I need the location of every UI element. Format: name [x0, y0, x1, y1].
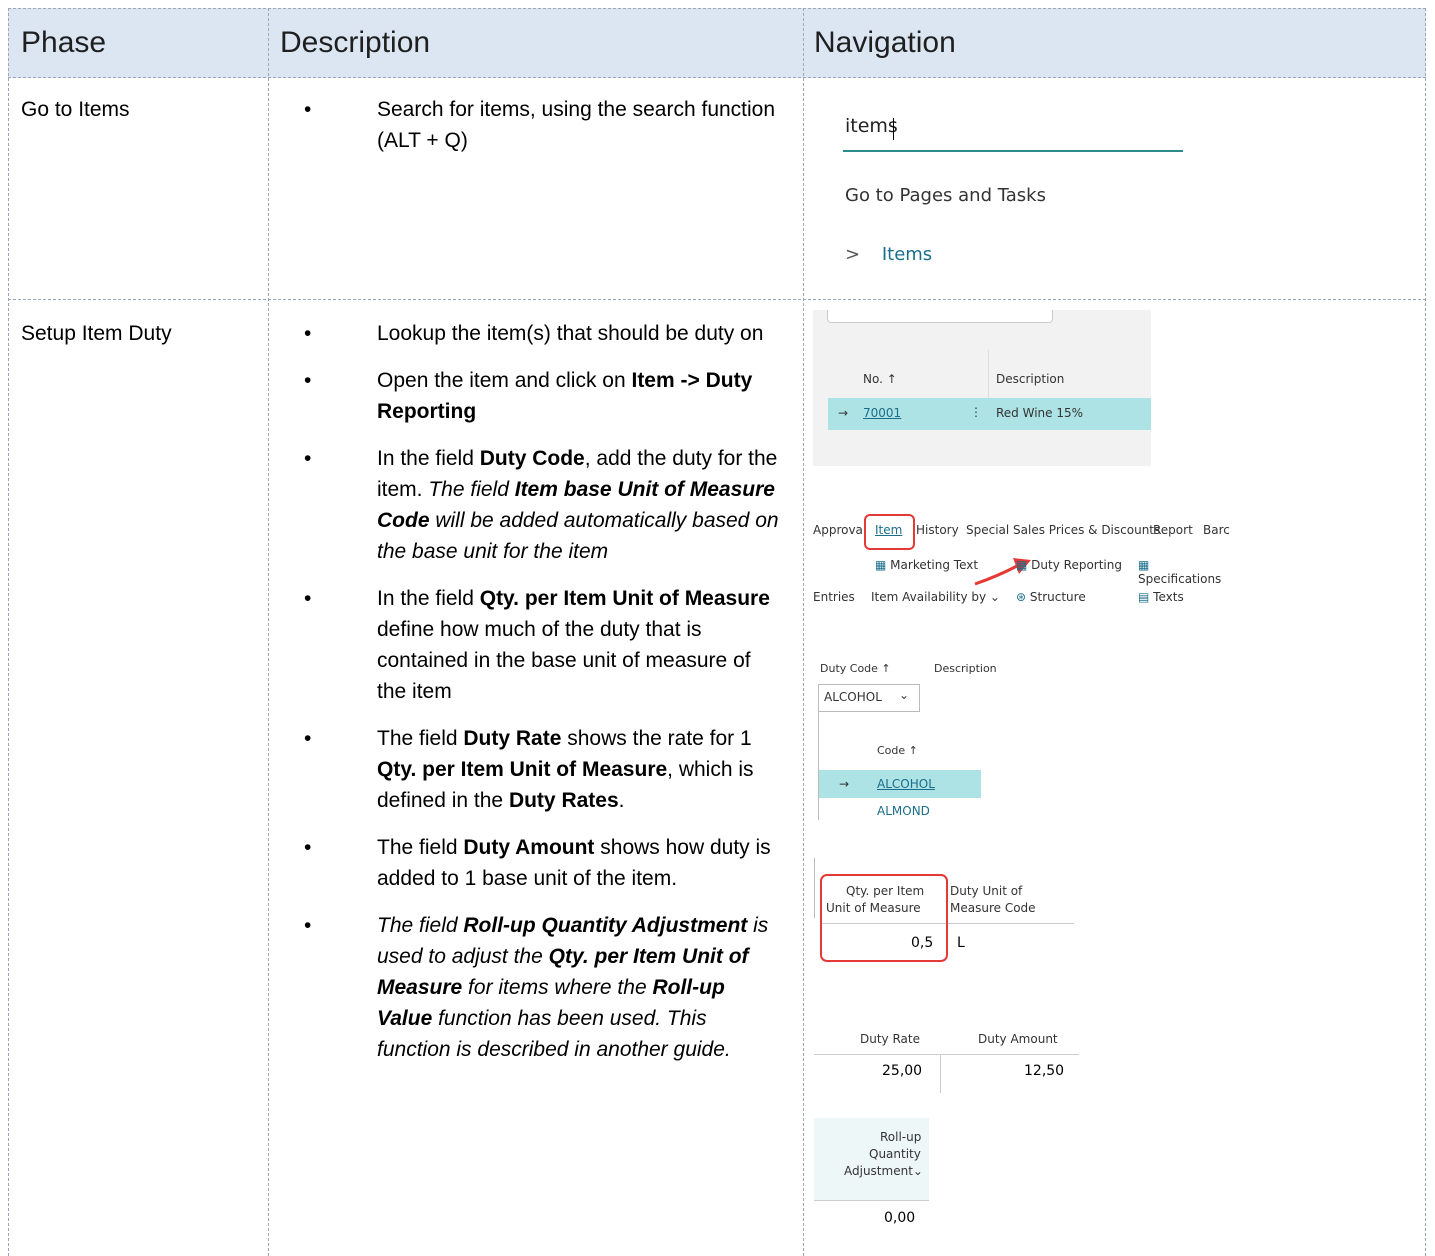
uom-value[interactable]: L: [957, 935, 965, 951]
grid-line: [803, 8, 804, 1256]
chevron-right-icon: >: [845, 244, 861, 265]
phase-setup-item-duty: Setup Item Duty: [21, 322, 172, 345]
qty-per-uom-screenshot: Qty. per Item Unit of Measure Duty Unit …: [814, 858, 1074, 968]
tab-barcodes[interactable]: Barc: [1203, 523, 1230, 537]
dropdown-option-alcohol[interactable]: → ALCOHOL: [819, 770, 981, 798]
highlight-box: [864, 514, 915, 550]
column-description: Description: [996, 372, 1065, 386]
marketing-text-icon: ▦: [875, 558, 887, 572]
arrow-right-icon: →: [838, 406, 849, 420]
row1-description-list: Search for items, using the search funct…: [269, 94, 781, 156]
header-description: Description: [280, 26, 431, 59]
tab-report[interactable]: Report: [1153, 523, 1193, 537]
list-item: The field Roll-up Quantity Adjustment is…: [269, 910, 781, 1065]
rollup-value[interactable]: 0,00: [884, 1210, 915, 1226]
marketing-text-action[interactable]: ▦ Marketing Text: [875, 558, 978, 572]
document-table: Phase Description Navigation Go to Items…: [8, 8, 1426, 1256]
duty-code-select[interactable]: ALCOHOL ⌄: [818, 684, 920, 712]
item-availability-action[interactable]: Item Availability by ⌄: [871, 590, 1000, 604]
tab-special-sales-prices[interactable]: Special Sales Prices & Discounts: [966, 523, 1160, 537]
list-item: Search for items, using the search funct…: [269, 94, 781, 156]
row2-description-list: Lookup the item(s) that should be duty o…: [269, 318, 781, 1065]
chevron-down-icon: ⌄: [989, 590, 1000, 604]
list-item: Lookup the item(s) that should be duty o…: [269, 318, 781, 349]
texts-icon: ▤: [1138, 590, 1150, 604]
text-caret: [893, 118, 894, 140]
specifications-action[interactable]: ▦ Specifications: [1138, 558, 1233, 586]
dropdown-list: Code ↑ → ALCOHOL ALMOND: [818, 710, 981, 820]
more-options-icon[interactable]: ⋮: [970, 405, 982, 419]
table-row[interactable]: → 70001 ⋮ Red Wine 15%: [828, 398, 1151, 430]
list-item: Open the item and click on Item -> Duty …: [269, 365, 781, 427]
grid-line: [1425, 8, 1426, 1256]
table-header: [8, 8, 1426, 78]
ribbon-screenshot: Approval Item History Special Sales Pric…: [813, 514, 1233, 618]
chevron-down-icon: ⌄: [912, 1164, 923, 1178]
row-divider: [8, 299, 1426, 300]
dropdown-option-almond[interactable]: ALMOND: [877, 804, 930, 818]
duty-rate-value[interactable]: 25,00: [882, 1063, 922, 1079]
tab-approval[interactable]: Approval: [813, 523, 866, 537]
filter-box: [827, 310, 1053, 323]
header-navigation: Navigation: [814, 26, 956, 59]
duty-reporting-icon: ▦: [1016, 558, 1028, 572]
search-result-items[interactable]: > Items: [845, 244, 932, 265]
duty-rate-screenshot: Duty Rate Duty Amount 25,00 12,50: [814, 1026, 1079, 1096]
list-item: The field Duty Amount shows how duty is …: [269, 832, 781, 894]
structure-icon: ⊛: [1016, 590, 1027, 604]
grid-line: [8, 8, 9, 1256]
header-phase: Phase: [21, 26, 107, 59]
list-item: In the field Qty. per Item Unit of Measu…: [269, 583, 781, 707]
duty-reporting-action[interactable]: ▦ Duty Reporting: [1016, 558, 1122, 572]
phase-go-to-items: Go to Items: [21, 98, 130, 121]
duty-amount-value[interactable]: 12,50: [1024, 1063, 1064, 1079]
item-no-link[interactable]: 70001: [863, 406, 901, 420]
list-item: The field Duty Rate shows the rate for 1…: [269, 723, 781, 816]
search-input[interactable]: items: [843, 110, 1183, 152]
rollup-screenshot: Roll-up Quantity Adjustment⌄ 0,00: [814, 1118, 929, 1240]
column-no: No. ↑: [863, 372, 897, 386]
specifications-icon: ▦: [1138, 558, 1150, 572]
tab-history[interactable]: History: [916, 523, 959, 537]
section-label: Go to Pages and Tasks: [845, 185, 1046, 206]
structure-action[interactable]: ⊛ Structure: [1016, 590, 1086, 604]
texts-action[interactable]: ▤ Texts: [1138, 590, 1184, 604]
item-list-screenshot: No. ↑ Description → 70001 ⋮ Red Wine 15%: [813, 310, 1151, 466]
highlight-box: [820, 874, 948, 962]
chevron-down-icon: ⌄: [899, 688, 910, 702]
entries-action[interactable]: Entries: [813, 590, 855, 604]
arrow-right-icon: →: [839, 777, 850, 791]
list-item: In the field Duty Code, add the duty for…: [269, 443, 781, 567]
duty-code-screenshot: Duty Code ↑ Description ALCOHOL ⌄ Code ↑…: [818, 662, 997, 820]
